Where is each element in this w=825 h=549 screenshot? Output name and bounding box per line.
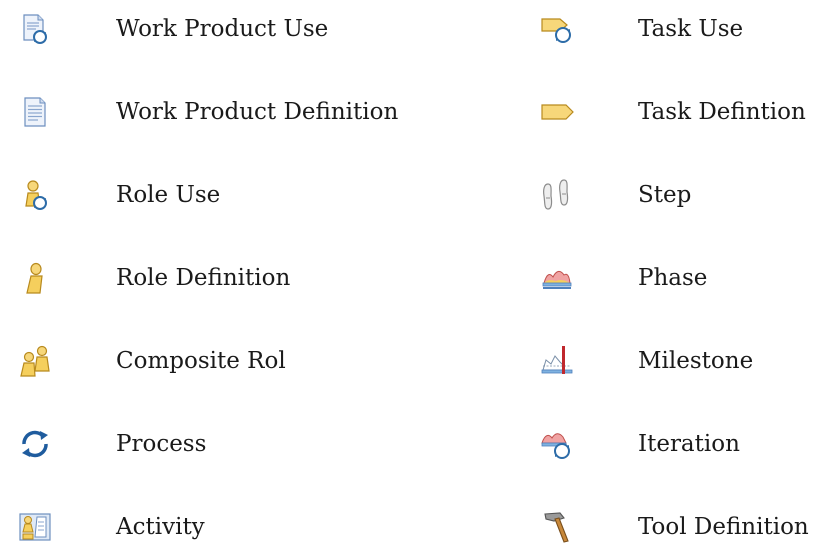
phase-icon	[540, 261, 574, 295]
step-icon	[540, 178, 574, 212]
activity-icon	[18, 510, 52, 544]
process-icon	[18, 427, 52, 461]
iteration-icon	[540, 427, 574, 461]
work-product-use-icon	[18, 12, 52, 46]
composite-role-icon	[18, 344, 52, 378]
work-product-definition-icon	[18, 95, 52, 129]
legend-label: Activity	[116, 514, 205, 540]
task-definition-icon	[540, 95, 574, 129]
role-definition-icon	[18, 261, 52, 295]
tool-definition-icon	[540, 510, 574, 544]
legend-label: Process	[116, 431, 207, 457]
legend-label: Task Use	[638, 16, 744, 42]
legend-label: Phase	[638, 265, 708, 291]
legend-label: Work Product Use	[116, 16, 329, 42]
legend-label: Work Product Definition	[116, 99, 399, 125]
legend-label: Role Use	[116, 182, 221, 208]
milestone-icon	[540, 344, 574, 378]
legend-label: Milestone	[638, 348, 754, 374]
legend-label: Task Defintion	[638, 99, 806, 125]
task-use-icon	[540, 12, 574, 46]
legend-label: Step	[638, 182, 692, 208]
legend-label: Tool Definition	[638, 514, 809, 540]
role-use-icon	[18, 178, 52, 212]
icon-legend: Work Product Use Work Product Definition	[0, 0, 825, 549]
legend-label: Composite Rol	[116, 348, 286, 374]
legend-label: Iteration	[638, 431, 740, 457]
legend-label: Role Definition	[116, 265, 291, 291]
